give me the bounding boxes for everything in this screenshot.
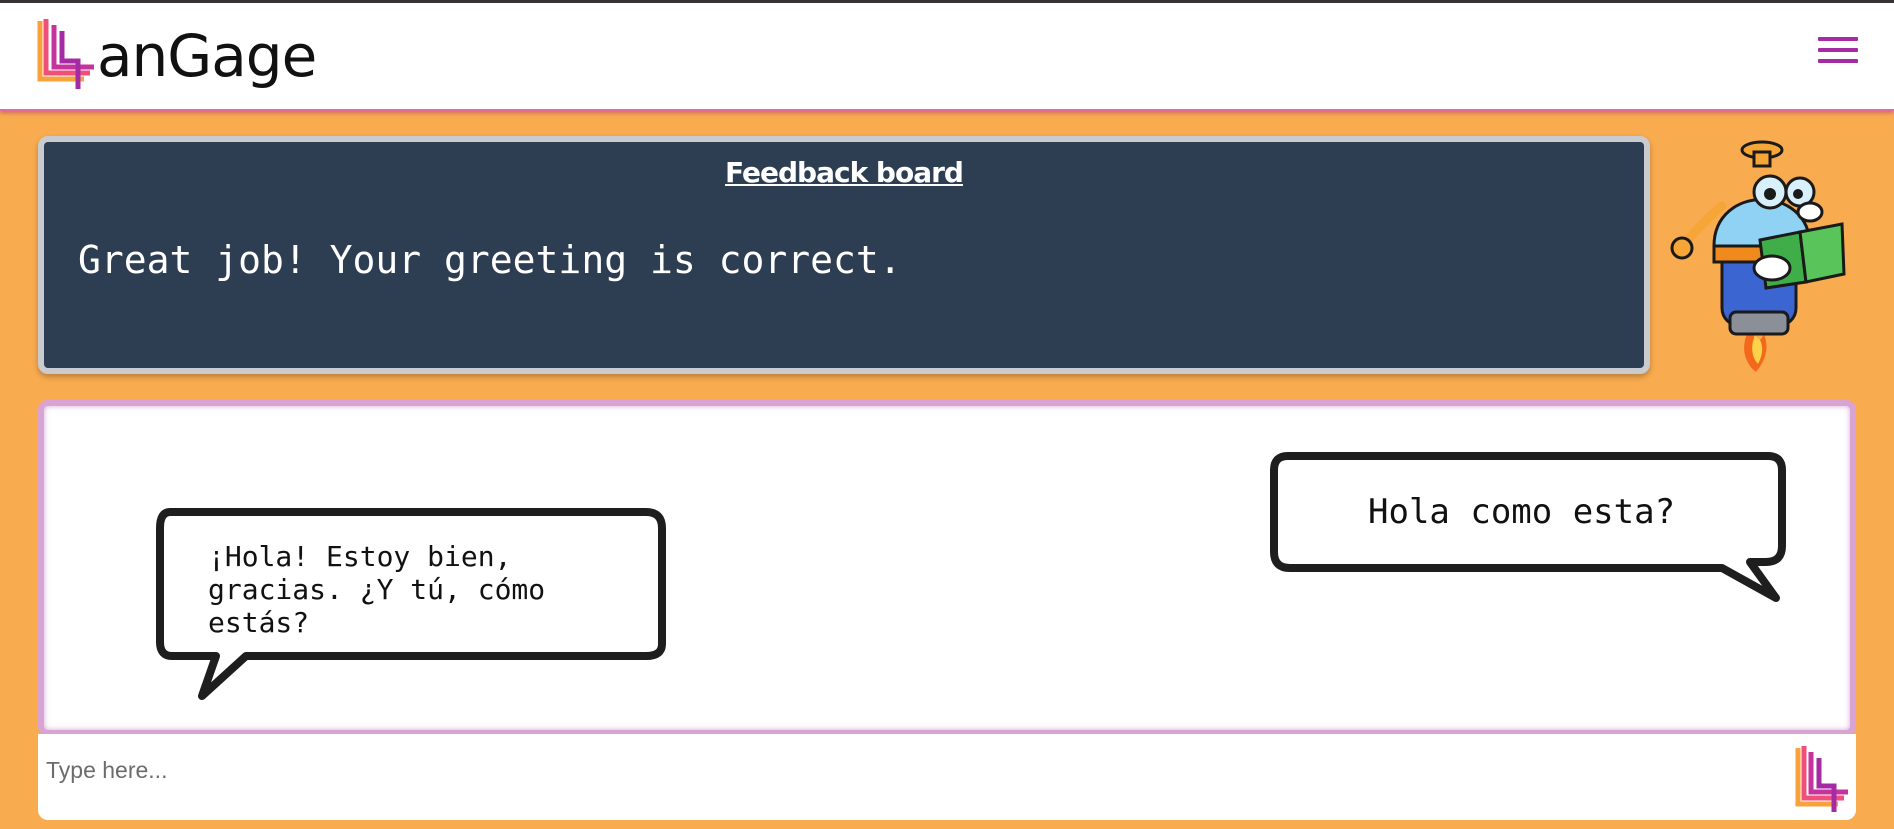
bot-message-line: gracias. ¿Y tú, cómo — [208, 573, 546, 606]
bot-message: ¡Hola! Estoy bien, gracias. ¿Y tú, cómo … — [208, 540, 545, 639]
brand-name: anGage — [97, 22, 317, 90]
chat-area: ¡Hola! Estoy bien, gracias. ¿Y tú, cómo … — [38, 400, 1856, 736]
user-message: Hola como esta? — [1368, 492, 1675, 532]
langage-logo-icon[interactable] — [36, 17, 96, 91]
bot-message-line: estás? — [208, 606, 310, 639]
robot-reading-book-icon — [1670, 140, 1846, 372]
langage-send-icon[interactable] — [1794, 744, 1850, 814]
app-header: anGage — [0, 3, 1894, 111]
feedback-message: Great job! Your greeting is correct. — [78, 238, 902, 282]
chat-input[interactable] — [46, 750, 1766, 790]
user-message-line: Hola como esta? — [1368, 492, 1676, 532]
feedback-title: Feedback board — [725, 156, 964, 189]
chat-input-bar — [38, 734, 1856, 820]
bot-message-line: ¡Hola! Estoy bien, — [208, 540, 512, 573]
feedback-board: Feedback board Great job! Your greeting … — [38, 136, 1650, 374]
hamburger-menu-icon[interactable] — [1818, 37, 1860, 71]
